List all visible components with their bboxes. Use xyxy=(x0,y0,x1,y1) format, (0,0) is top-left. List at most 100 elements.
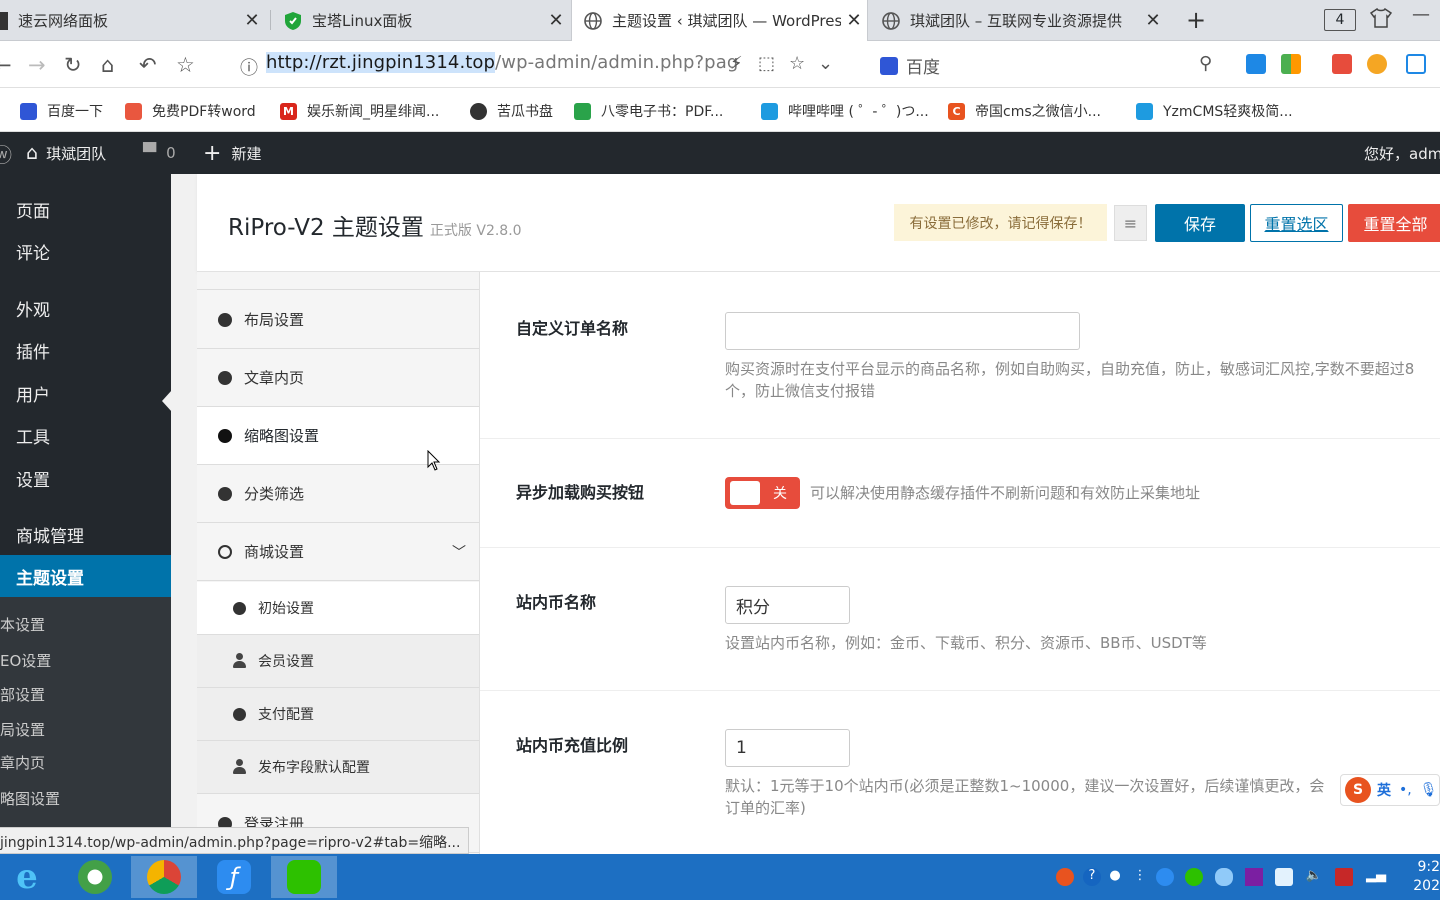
ie-browser-app[interactable]: e xyxy=(0,856,60,898)
display-tray-icon[interactable] xyxy=(1275,868,1293,886)
moon-ext-icon[interactable] xyxy=(1367,54,1387,74)
chevron-down-icon[interactable]: ⌄ xyxy=(818,53,833,74)
reload-icon[interactable]: ↻ xyxy=(64,53,82,77)
network-tray-icon[interactable]: ⋮ xyxy=(1131,868,1149,886)
url-input[interactable]: http://rzt.jingpin1314.top/wp-admin/admi… xyxy=(266,52,738,73)
globe-icon xyxy=(584,11,602,30)
apps-ext-icon[interactable] xyxy=(1281,54,1301,74)
lightning-icon[interactable]: ⚡ xyxy=(730,53,743,74)
sidebar-subitem[interactable]: 本设置 xyxy=(0,614,171,635)
coin-rate-input[interactable]: 1 xyxy=(725,729,850,767)
options-nav-item-layout[interactable]: 布局设置 xyxy=(197,291,479,349)
battery-tray-icon[interactable] xyxy=(1335,868,1353,886)
reset-all-button[interactable]: 重置全部 xyxy=(1348,204,1440,242)
sogou-tray-icon[interactable] xyxy=(1056,868,1074,886)
sidebar-item-theme-settings[interactable]: 主题设置 xyxy=(0,555,171,597)
cloud-tray-icon[interactable] xyxy=(1215,868,1233,886)
sidebar-item-pages[interactable]: 页面 xyxy=(0,197,171,222)
options-nav-item[interactable] xyxy=(197,272,479,290)
close-tab-icon[interactable]: ✕ xyxy=(239,10,265,31)
sidebar-item-comments[interactable]: 评论 xyxy=(0,239,171,264)
options-subnav-item-initial[interactable]: 初始设置 xyxy=(197,582,479,635)
options-subnav-item-publish-fields[interactable]: 发布字段默认配置 xyxy=(197,741,479,794)
browser-tab[interactable]: 速云网络面板 ✕ xyxy=(0,0,265,41)
save-button[interactable]: 保存 xyxy=(1155,204,1245,242)
browser-tab-active[interactable]: 主题设置 ‹ 琪斌团队 — WordPress ✕ xyxy=(571,0,868,41)
bookmark-item[interactable]: C 帝国cms之微信小... xyxy=(948,101,1101,121)
close-tab-icon[interactable]: ✕ xyxy=(1140,10,1166,31)
options-subnav-item-member[interactable]: 会员设置 xyxy=(197,635,479,688)
green-browser-app[interactable] xyxy=(62,856,128,898)
screenshot-icon[interactable]: ⬚ xyxy=(758,53,775,74)
help-tray-icon[interactable]: ? xyxy=(1083,868,1101,886)
bookmark-item[interactable]: 免费PDF转word xyxy=(125,101,256,121)
microphone-tray-icon[interactable]: ● xyxy=(1106,868,1124,886)
favorite-star-icon[interactable]: ☆ xyxy=(789,53,805,74)
bookmark-item[interactable]: 哔哩哔哩 ( ゜- ゜)つ... xyxy=(761,101,929,121)
signal-tray-icon[interactable]: ▂▄ xyxy=(1366,868,1386,886)
order-name-input[interactable] xyxy=(725,312,1080,350)
punctuation-icon[interactable]: •, xyxy=(1399,782,1412,798)
bookmark-item[interactable]: M 娱乐新闻_明星绯闻... xyxy=(280,101,439,121)
undo-icon[interactable]: ↶ xyxy=(139,53,157,77)
sidebar-subitem[interactable]: 部设置 xyxy=(0,684,171,705)
forward-icon[interactable]: → xyxy=(28,53,46,77)
sidebar-item-shop[interactable]: 商城管理 xyxy=(0,522,171,547)
wechat-tray-icon[interactable] xyxy=(1185,868,1203,886)
ime-lang[interactable]: 英 xyxy=(1377,780,1391,800)
chrome-app[interactable] xyxy=(131,856,197,898)
sidebar-item-tools[interactable]: 工具 xyxy=(0,423,171,448)
options-nav-item-shop[interactable]: 商城设置 ﹀ xyxy=(197,523,479,581)
home-icon[interactable]: ⌂ xyxy=(101,53,114,77)
close-tab-icon[interactable]: ✕ xyxy=(543,10,569,31)
bookmark-item[interactable]: 百度一下 xyxy=(20,101,103,121)
bookmark-item[interactable]: YzmCMS轻爽极简... xyxy=(1136,101,1293,121)
sidebar-item-plugins[interactable]: 插件 xyxy=(0,338,171,363)
async-buy-toggle[interactable]: 关 xyxy=(725,477,800,509)
feather-tray-icon[interactable] xyxy=(1156,868,1174,886)
system-clock[interactable]: 9:2 202 xyxy=(1413,858,1440,896)
options-nav-item-filter[interactable]: 分类筛选 xyxy=(197,465,479,523)
options-subnav-item-payment[interactable]: 支付配置 xyxy=(197,688,479,741)
feather-app[interactable]: ƒ xyxy=(201,856,267,898)
reset-section-button[interactable]: 重置选区 xyxy=(1250,204,1343,242)
search-engine-selector[interactable]: 百度 xyxy=(880,53,940,78)
browser-tab[interactable]: 宝塔Linux面板 ✕ xyxy=(272,0,569,41)
volume-tray-icon[interactable]: 🔈 xyxy=(1305,868,1323,886)
shirt-skin-icon[interactable] xyxy=(1369,7,1393,33)
back-icon[interactable]: ← xyxy=(0,53,12,77)
wordpress-logo-icon[interactable]: ⓦ xyxy=(0,132,12,174)
bookmark-item[interactable]: 苦瓜书盘 xyxy=(470,101,553,121)
crop-ext-icon[interactable] xyxy=(1406,54,1426,74)
site-name-link[interactable]: ⌂ 琪斌团队 xyxy=(26,132,106,174)
translate-ext-icon[interactable] xyxy=(1246,54,1266,74)
wechat-app[interactable] xyxy=(271,856,337,898)
new-content-link[interactable]: + 新建 xyxy=(203,132,261,174)
sidebar-item-settings[interactable]: 设置 xyxy=(0,466,171,491)
sidebar-subitem[interactable]: EO设置 xyxy=(0,650,171,671)
tab-count-badge[interactable]: 4 xyxy=(1324,9,1356,31)
sidebar-subitem[interactable]: 章内页 xyxy=(0,752,171,773)
sidebar-item-appearance[interactable]: 外观 xyxy=(0,296,171,321)
new-tab-icon[interactable]: + xyxy=(1186,6,1206,34)
sidebar-subitem[interactable]: 局设置 xyxy=(0,719,171,740)
sidebar-item-users[interactable]: 用户 xyxy=(0,381,171,406)
greeting-link[interactable]: 您好，adm xyxy=(1364,132,1440,174)
options-nav-item-article[interactable]: 文章内页 xyxy=(197,349,479,407)
sidebar-item-label: 主题设置 xyxy=(16,568,84,589)
app-tray-icon[interactable] xyxy=(1245,868,1263,886)
search-icon[interactable]: ⚲ xyxy=(1199,53,1212,74)
microphone-icon[interactable]: 🎙 xyxy=(1420,782,1438,798)
ime-toolbar[interactable]: S 英 •, 🎙 xyxy=(1340,774,1440,806)
bookmark-item[interactable]: 八零电子书：PDF... xyxy=(574,101,723,121)
browser-tab[interactable]: 琪斌团队 – 互联网专业资源提供 ✕ xyxy=(870,0,1166,41)
sidebar-subitem[interactable]: 略图设置 xyxy=(0,788,171,809)
expand-all-icon[interactable]: ≡ xyxy=(1114,205,1147,241)
minimize-icon[interactable]: — xyxy=(1412,4,1430,25)
close-tab-icon[interactable]: ✕ xyxy=(841,10,867,31)
coin-name-input[interactable]: 积分 xyxy=(725,586,850,624)
pdf-ext-icon[interactable] xyxy=(1332,54,1352,74)
comments-link[interactable]: ▀ 0 xyxy=(143,132,176,174)
user-icon xyxy=(233,653,246,669)
star-bookmark-icon[interactable]: ☆ xyxy=(176,53,195,77)
